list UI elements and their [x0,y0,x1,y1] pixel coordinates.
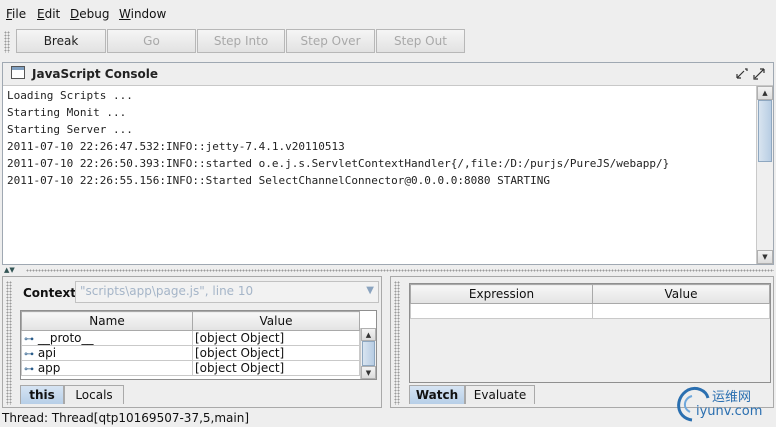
variables-pane: Context: "scripts\app\page.js", line 10 … [2,276,382,408]
horizontal-splitter[interactable]: ▲▼ [0,266,776,276]
pane-grip[interactable] [394,281,400,405]
tab-this[interactable]: this [20,385,64,404]
scroll-up-button[interactable]: ▲ [361,328,376,341]
scroll-down-button[interactable]: ▼ [361,366,376,379]
watermark-url: iyunv.com [696,404,763,419]
variable-name-cell: ⊶ app [21,360,193,376]
column-header-value[interactable]: Value [192,311,360,331]
menu-edit[interactable]: Edit [37,7,60,21]
table-row[interactable]: ⊶ __proto__ [object Object] [21,330,360,346]
watch-row-empty[interactable] [410,303,770,319]
column-header-value[interactable]: Value [592,284,770,304]
scroll-thumb[interactable] [362,341,375,366]
collapse-up-icon[interactable]: ▲▼ [4,266,15,274]
console-scrollbar[interactable]: ▲ ▼ [756,86,773,264]
variable-value-cell: [object Object] [192,360,360,376]
console-line: Starting Monit ... [7,106,127,119]
variables-scrollbar[interactable]: ▲ ▼ [360,328,376,379]
expand-node-icon[interactable]: ⊶ [24,334,34,345]
context-select[interactable]: "scripts\app\page.js", line 10 ▼ [75,281,379,303]
table-row[interactable]: ⊶ app [object Object] [21,360,360,376]
step-out-button[interactable]: Step Out [376,29,465,53]
expand-node-icon[interactable]: ⊶ [24,349,34,360]
window-icon [11,66,25,79]
thread-status: Thread: Thread[qtp10169507-37,5,main] [2,411,250,425]
console-title: JavaScript Console [32,67,159,81]
chevron-down-icon[interactable]: ▼ [366,285,374,296]
toolbar: Break Go Step Into Step Over Step Out [0,28,776,56]
console-line: Loading Scripts ... [7,89,133,102]
menu-file[interactable]: File [6,7,26,21]
menu-debug[interactable]: Debug [70,7,109,21]
column-header-name[interactable]: Name [21,311,193,331]
context-select-value: "scripts\app\page.js", line 10 [80,284,254,298]
maximize-panel-icon[interactable] [753,67,766,80]
status-bar: Thread: Thread[qtp10169507-37,5,main] [0,409,776,427]
javascript-console-panel: JavaScript Console Loading Scripts ... S… [2,62,774,265]
variable-name-cell: ⊶ api [21,345,193,361]
scroll-thumb[interactable] [758,100,772,162]
variable-value-cell: [object Object] [192,345,360,361]
tab-evaluate[interactable]: Evaluate [465,385,535,404]
step-over-button[interactable]: Step Over [286,29,375,53]
expand-node-icon[interactable]: ⊶ [24,364,34,375]
scroll-down-button[interactable]: ▼ [757,250,773,264]
scroll-up-button[interactable]: ▲ [757,86,773,100]
go-button[interactable]: Go [107,29,196,53]
variable-name-cell: ⊶ __proto__ [21,330,193,346]
console-header: JavaScript Console [3,63,773,86]
menu-window[interactable]: Window [119,7,166,21]
context-label: Context: [23,286,81,300]
minimize-panel-icon[interactable] [735,67,748,80]
column-header-expression[interactable]: Expression [410,284,593,304]
pane-grip[interactable] [6,281,12,405]
watch-table: Expression Value [409,283,771,383]
step-into-button[interactable]: Step Into [197,29,285,53]
watermark-logo: 运维网 iyunv.com [672,380,774,424]
console-line: 2011-07-10 22:26:55.156:INFO::Started Se… [7,174,551,187]
menu-bar: File Edit Debug Window [0,0,776,28]
table-row[interactable]: ⊶ api [object Object] [21,345,360,361]
console-line: 2011-07-10 22:26:50.393:INFO::started o.… [7,157,670,170]
watch-value-cell [592,303,770,319]
tab-watch[interactable]: Watch [409,385,465,404]
variable-value-cell: [object Object] [192,330,360,346]
toolbar-grip[interactable] [4,31,10,53]
console-line: Starting Server ... [7,123,133,136]
variables-table: Name Value ⊶ __proto__ [object Object] ⊶… [20,310,377,380]
console-output[interactable]: Loading Scripts ... Starting Monit ... S… [3,86,755,264]
watch-expression-cell[interactable] [410,303,593,319]
break-button[interactable]: Break [16,29,106,53]
tab-locals[interactable]: Locals [64,385,124,404]
watermark-cn: 运维网 [712,390,752,405]
console-line: 2011-07-10 22:26:47.532:INFO::jetty-7.4.… [7,140,345,153]
splitter-grip[interactable] [26,269,774,272]
